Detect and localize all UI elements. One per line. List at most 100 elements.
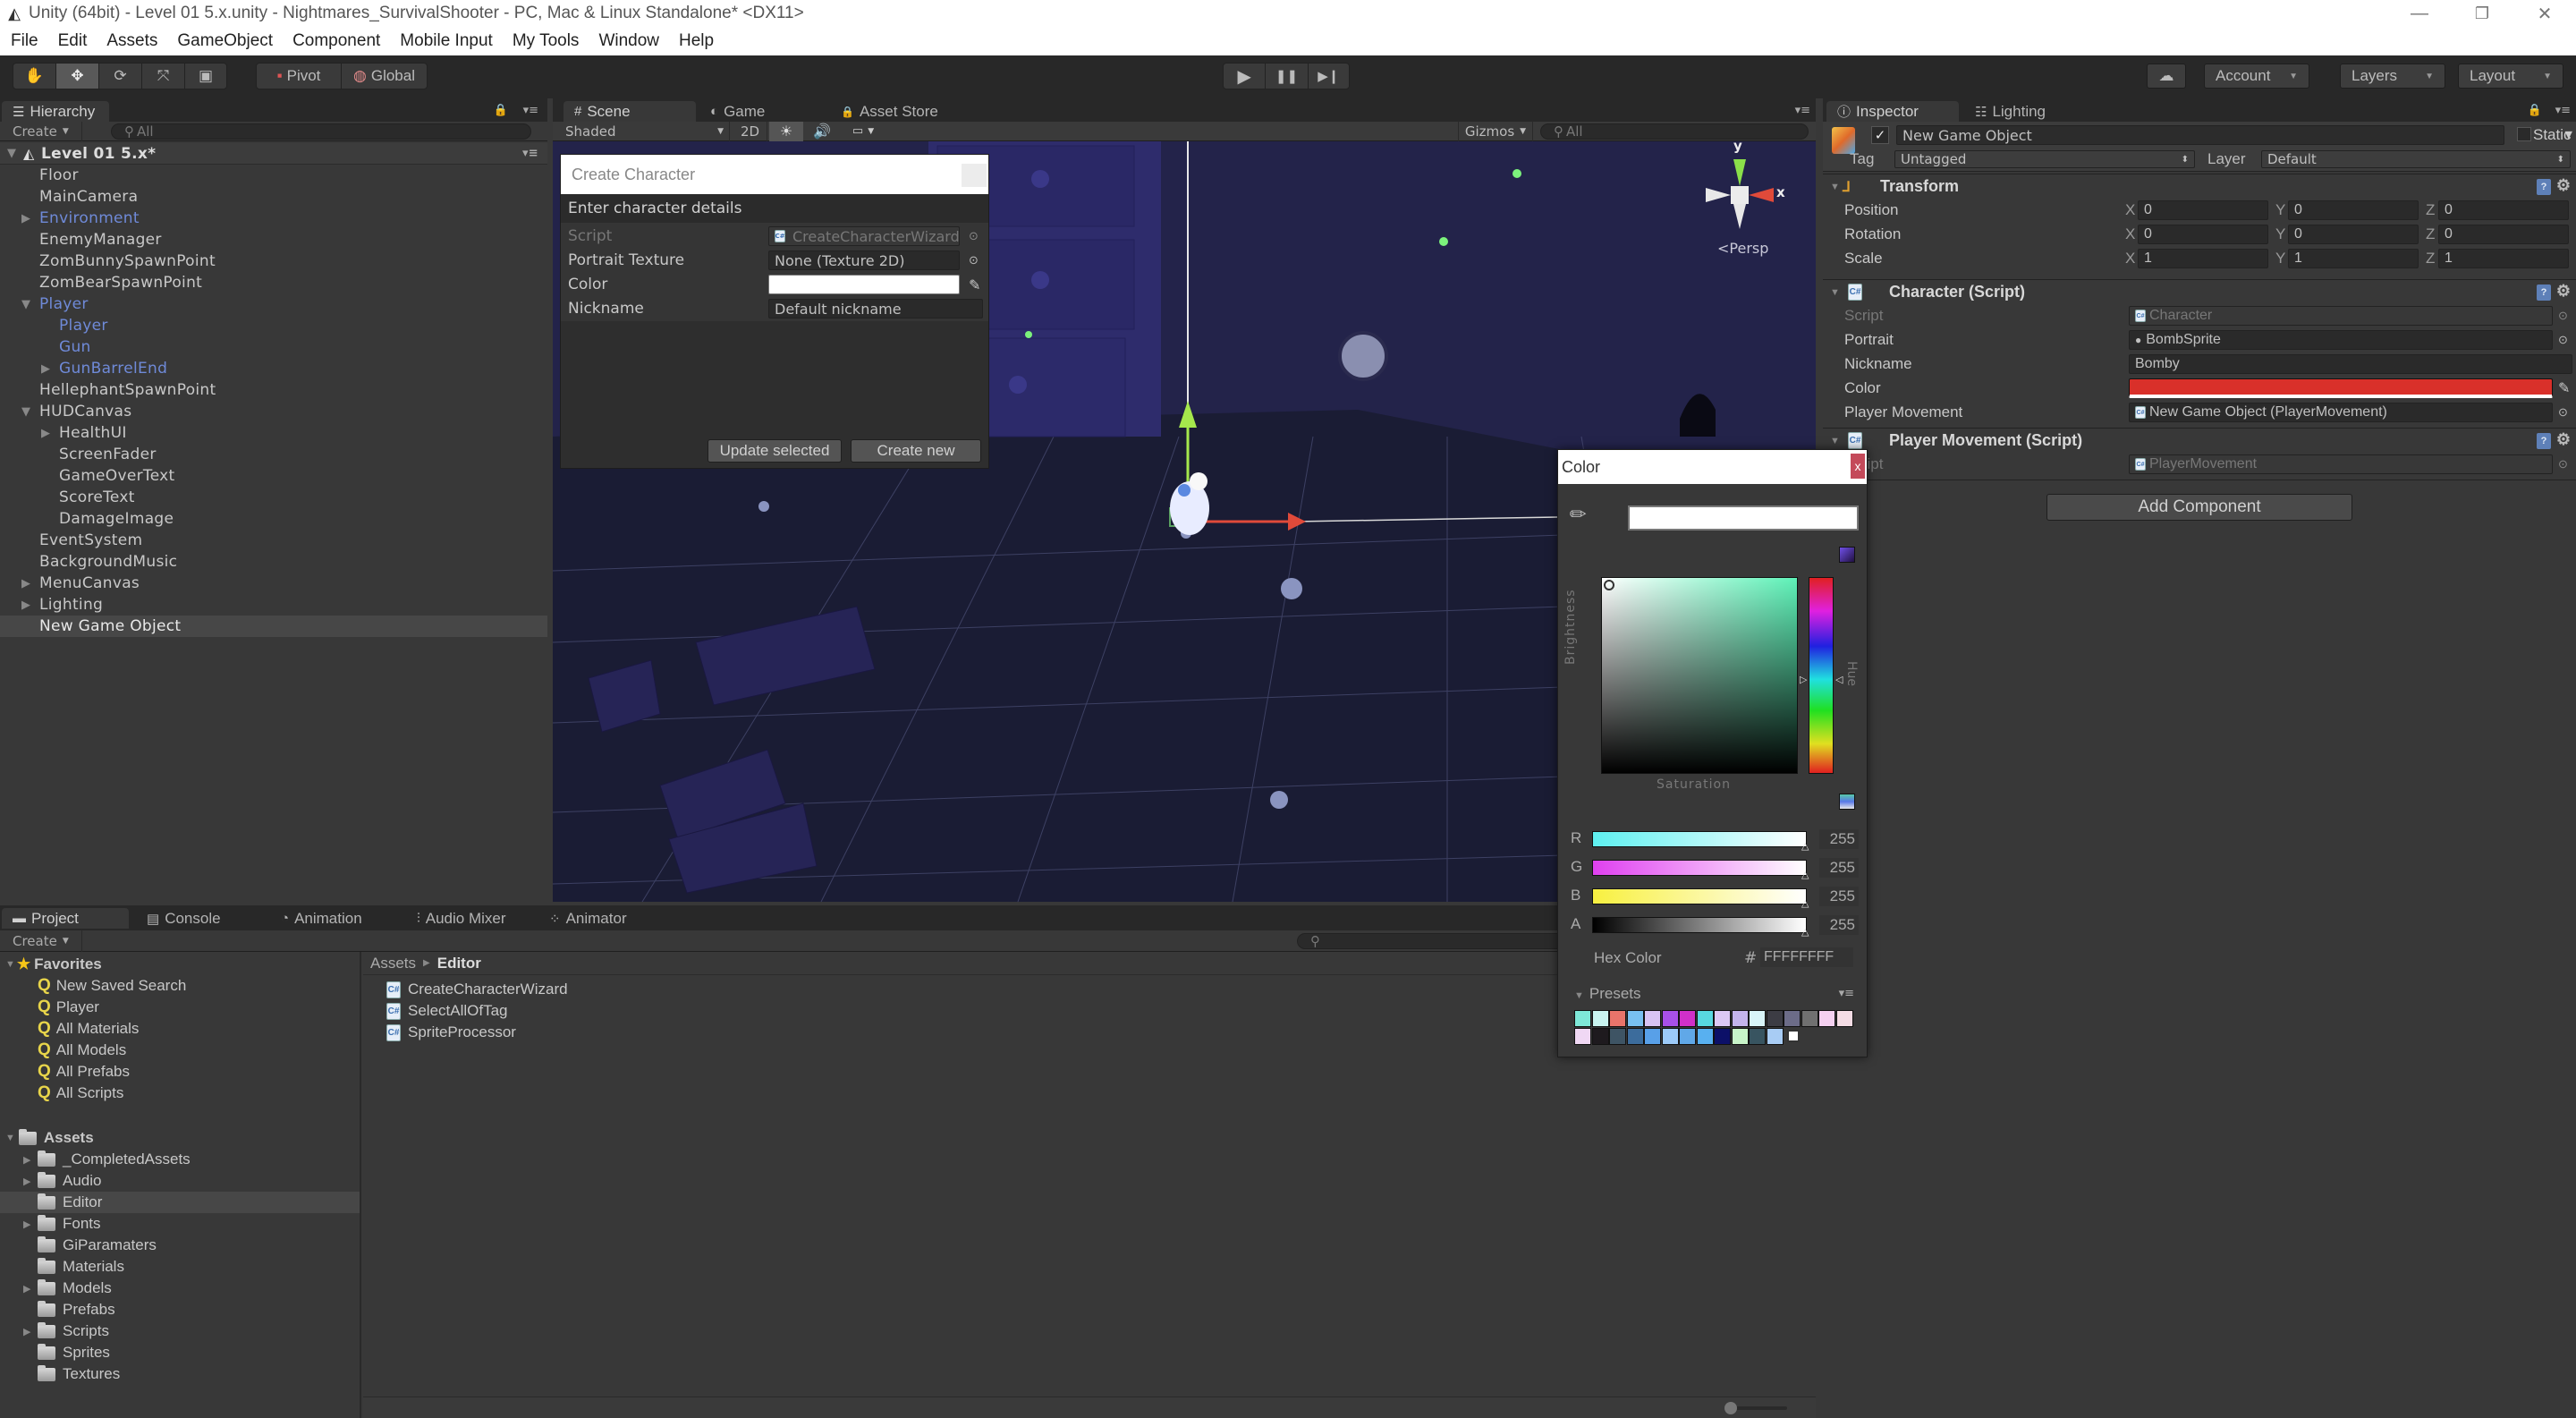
hierarchy-item[interactable]: ScreenFader [0,444,547,465]
lock-icon[interactable]: 🔒 [2528,104,2542,117]
position-x-input[interactable]: 0 [2138,200,2268,220]
collapse-arrow-icon[interactable]: ▼ [5,959,15,970]
slider-handle-icon[interactable]: △ [1801,840,1809,852]
color-preset-swatch[interactable] [1714,1010,1731,1027]
object-picker-icon[interactable]: ⊙ [2558,333,2568,347]
object-picker-icon[interactable]: ⊙ [2558,405,2568,420]
layers-dropdown[interactable]: Layers ▼ [2340,64,2445,89]
scale-z-input[interactable]: 1 [2438,249,2569,268]
nickname-input[interactable]: Default nickname [768,299,983,318]
color-preset-swatch[interactable] [1626,1010,1644,1027]
rotate-tool-icon[interactable]: ⟳ [99,64,142,89]
hierarchy-item[interactable]: BackgroundMusic [0,551,547,573]
hierarchy-item[interactable]: ▶ Environment [0,208,547,229]
gear-icon[interactable]: ⚙ [2556,176,2571,195]
hierarchy-item[interactable]: ▶ GunBarrelEnd [0,358,547,379]
color-preset-swatch[interactable] [1818,1010,1835,1027]
rotation-y-input[interactable]: 0 [2288,225,2419,244]
folder-item[interactable]: Prefabs [0,1299,360,1320]
create-dropdown[interactable]: Create ▼ [0,121,82,141]
folder-item[interactable]: GiParamaters [0,1235,360,1256]
hierarchy-item[interactable]: EnemyManager [0,229,547,250]
favorite-item[interactable]: Q All Materials [38,1018,139,1040]
hierarchy-item[interactable]: Floor [0,165,547,186]
rect-tool-icon[interactable]: ▣ [185,64,226,89]
layout-dropdown[interactable]: Layout ▼ [2458,64,2563,89]
folder-item[interactable]: Editor [0,1192,360,1213]
assets-header[interactable]: ▼ Assets [5,1127,94,1149]
step-button[interactable]: ▶❙ [1309,64,1349,89]
character-script-header[interactable]: ▼ C# Character (Script) ? ⚙ [1823,279,2576,304]
favorites-header[interactable]: ▼ ★ Favorites [5,954,102,975]
collapse-arrow-icon[interactable]: ▼ [1830,436,1840,446]
hue-handle-left-icon[interactable]: ▷ [1800,674,1807,685]
color-preset-swatch[interactable] [1801,1010,1818,1027]
add-preset-button[interactable] [1787,1030,1800,1042]
folder-item[interactable]: ▶ Models [0,1278,360,1299]
panel-menu-icon[interactable]: ▾≡ [2555,104,2571,117]
hierarchy-search-input[interactable]: ⚲ All [111,123,531,140]
color-preset-swatch[interactable] [1574,1010,1591,1027]
hierarchy-item[interactable]: New Game Object [0,616,547,637]
channel-value-input[interactable]: 255 [1819,915,1859,935]
restore-button[interactable]: ❐ [2451,0,2513,27]
color-preset-swatch[interactable] [1679,1028,1696,1045]
hierarchy-item[interactable]: GameOverText [0,465,547,487]
project-create-dropdown[interactable]: Create ▼ [0,930,82,952]
breadcrumb-assets[interactable]: Assets [370,955,416,972]
script-file-item[interactable]: C# CreateCharacterWizard [386,979,568,1000]
player-movement-header[interactable]: ▼ C# Player Movement (Script) ? ⚙ [1823,428,2576,453]
character-color-swatch[interactable] [2129,378,2553,398]
hierarchy-item[interactable]: ▶ Lighting [0,594,547,616]
active-checkbox[interactable]: ✓ [1871,126,1889,144]
collapse-arrow-icon[interactable]: ▼ [1830,287,1840,298]
channel-slider-a[interactable] [1592,917,1807,933]
hierarchy-item[interactable]: MainCamera [0,186,547,208]
transform-header[interactable]: ▼ ⅃ Transform ? ⚙ [1823,174,2576,199]
folder-item[interactable]: ▶ Audio [0,1170,360,1192]
scale-tool-icon[interactable]: ⤧ [142,64,185,89]
tab-game[interactable]: ◐ Game [699,101,807,122]
pause-button[interactable]: ❚❚ [1266,64,1309,89]
menu-window[interactable]: Window [598,31,659,51]
favorite-item[interactable]: Q All Prefabs [38,1061,130,1083]
presets-header[interactable]: ▼ Presets [1574,985,1641,1003]
menu-my-tools[interactable]: My Tools [513,31,580,51]
minimize-button[interactable]: — [2388,0,2451,27]
color-swatch-field[interactable] [768,275,960,294]
channel-value-input[interactable]: 255 [1819,887,1859,906]
expand-arrow-icon[interactable]: ▶ [23,1283,30,1295]
folder-item[interactable]: ▶ _CompletedAssets [0,1149,360,1170]
favorite-item[interactable]: Q All Scripts [38,1083,123,1104]
color-preset-swatch[interactable] [1679,1010,1696,1027]
expand-arrow-icon[interactable]: ▶ [23,1218,30,1230]
player-movement-field[interactable]: C# New Game Object (PlayerMovement) [2129,403,2553,422]
color-preset-swatch[interactable] [1749,1010,1766,1027]
favorite-item[interactable]: Q All Models [38,1040,126,1061]
color-preset-swatch[interactable] [1574,1028,1591,1045]
menu-assets[interactable]: Assets [106,31,157,51]
icon-size-slider-handle[interactable] [1724,1402,1737,1414]
hex-color-input[interactable]: FFFFFFFF [1760,947,1853,967]
color-preset-swatch[interactable] [1696,1028,1714,1045]
folder-item[interactable]: Materials [0,1256,360,1278]
expand-arrow-icon[interactable]: ▶ [21,577,30,590]
collapse-arrow-icon[interactable]: ▼ [5,1133,15,1143]
script-file-item[interactable]: C# SpriteProcessor [386,1022,516,1043]
scale-x-input[interactable]: 1 [2138,249,2268,268]
sv-cursor[interactable] [1604,580,1614,590]
color-preset-swatch[interactable] [1784,1010,1801,1027]
move-tool-icon[interactable]: ✥ [56,64,99,89]
hierarchy-item[interactable]: ScoreText [0,487,547,508]
color-preset-swatch[interactable] [1644,1010,1661,1027]
collapse-arrow-icon[interactable]: ▼ [21,405,30,419]
portrait-texture-field[interactable]: None (Texture 2D) [768,250,960,270]
menu-mobile-input[interactable]: Mobile Input [400,31,493,51]
help-icon[interactable]: ? [2537,179,2551,195]
scene-root-row[interactable]: ▼ ◭ Level 01 5.x* ▾≡ [0,143,547,165]
tab-inspector[interactable]: ⓘ Inspector [1826,101,1959,122]
collapse-arrow-icon[interactable]: ▼ [21,298,30,311]
create-new-button[interactable]: Create new [851,439,981,463]
expand-arrow-icon[interactable]: ▶ [23,1326,30,1337]
portrait-field[interactable]: ● BombSprite [2129,330,2553,350]
